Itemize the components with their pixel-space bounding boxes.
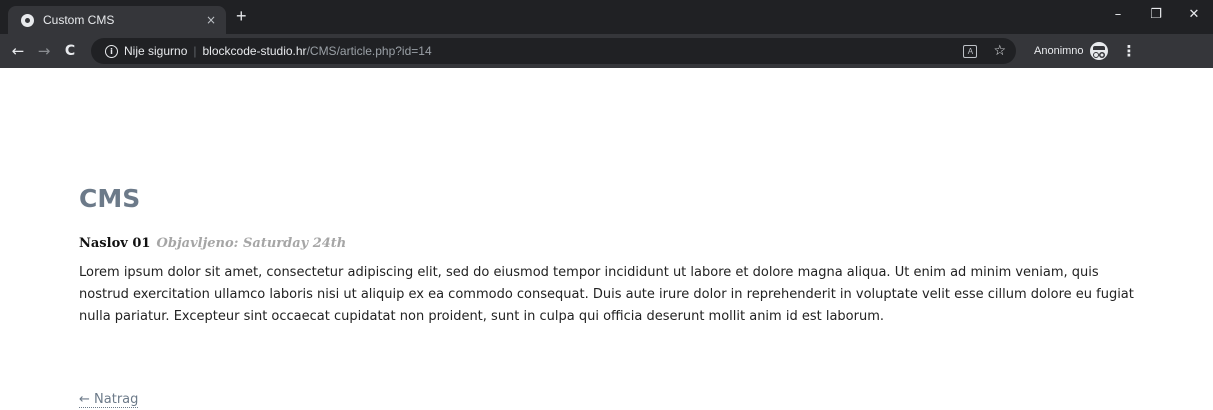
new-tab-button[interactable]: + (236, 6, 247, 27)
omnibox-actions: A ☆ (963, 38, 1006, 64)
article-title: Naslov 01 (79, 236, 151, 251)
tab-strip: Custom CMS × + – ❐ ✕ (0, 0, 1213, 34)
minimize-button[interactable]: – (1099, 0, 1137, 28)
back-link[interactable]: ← Natrag (79, 392, 139, 408)
translate-icon[interactable]: A (963, 44, 978, 58)
tab-close-icon[interactable]: × (206, 13, 216, 27)
forward-button[interactable]: → (31, 38, 57, 64)
omnibox-separator: | (193, 44, 197, 58)
info-icon[interactable]: i (105, 44, 118, 58)
reload-button[interactable]: C (57, 38, 83, 64)
back-button[interactable]: ← (5, 38, 31, 64)
bookmark-star-icon[interactable]: ☆ (993, 43, 1006, 59)
browser-toolbar: ← → C i Nije sigurno | blockcode-studio.… (0, 34, 1213, 68)
browser-chrome: Custom CMS × + – ❐ ✕ ← → C i Nije sigurn… (0, 0, 1213, 68)
profile-label: Anonimno (1034, 45, 1084, 57)
address-bar[interactable]: i Nije sigurno | blockcode-studio.hr /CM… (91, 38, 1016, 64)
close-window-button[interactable]: ✕ (1175, 0, 1213, 28)
menu-kebab-icon[interactable]: ⋮ (1122, 42, 1137, 60)
url-host[interactable]: blockcode-studio.hr (203, 44, 307, 58)
article-header: Naslov 01 Objavljeno: Saturday 24th (79, 236, 346, 251)
site-title: CMS (79, 184, 141, 213)
article-body: Lorem ipsum dolor sit amet, consectetur … (79, 265, 1134, 324)
favicon-icon (21, 13, 34, 27)
active-tab[interactable]: Custom CMS × (8, 6, 226, 34)
tab-title: Custom CMS (43, 13, 115, 27)
security-label[interactable]: Nije sigurno (124, 44, 187, 58)
url-path[interactable]: /CMS/article.php?id=14 (307, 44, 432, 58)
incognito-icon (1089, 42, 1108, 60)
restore-button[interactable]: ❐ (1137, 0, 1175, 28)
window-controls: – ❐ ✕ (1099, 0, 1213, 28)
article-date: Objavljeno: Saturday 24th (156, 236, 347, 251)
profile-button[interactable]: Anonimno (1034, 42, 1108, 60)
